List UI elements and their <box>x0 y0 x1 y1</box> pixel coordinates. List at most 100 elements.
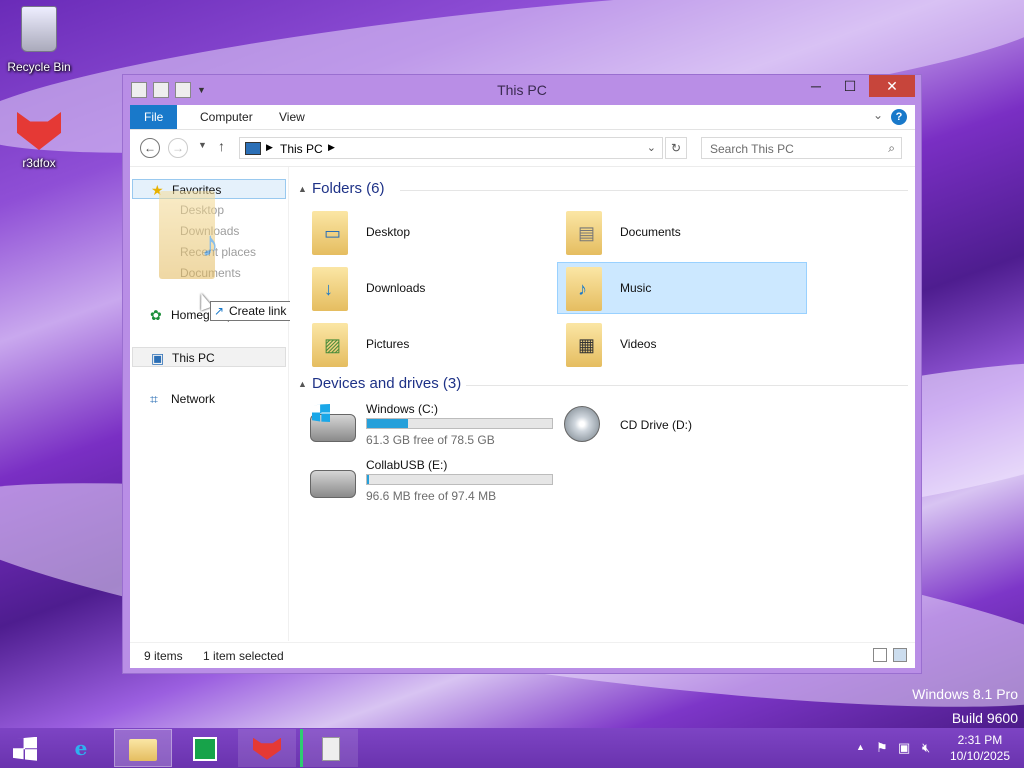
monitor-icon: ▭ <box>324 223 342 243</box>
network-icon[interactable]: ▣ <box>898 740 910 756</box>
tab-computer[interactable]: Computer <box>186 105 267 129</box>
divider <box>400 190 908 191</box>
search-input[interactable]: Search This PC ⌕ <box>701 137 902 159</box>
show-hidden-icons-icon[interactable]: ▲ <box>856 742 865 752</box>
folder-videos[interactable]: ▦ Videos <box>558 319 808 371</box>
nav-label: Network <box>171 392 216 406</box>
title-bar[interactable]: ▼ This PC ─ ☐ ✕ <box>123 75 921 105</box>
volume-muted-icon[interactable]: 🔇︎ <box>922 740 930 756</box>
taskbar-internet-explorer[interactable]: e <box>52 729 110 767</box>
group-header-devices[interactable]: Devices and drives (3) <box>312 375 461 392</box>
drive-label: CollabUSB (E:) <box>366 458 448 472</box>
desktop-icon-r3dfox[interactable]: r3dfox <box>0 112 78 170</box>
r3dfox-icon <box>253 737 281 760</box>
folder-label: Documents <box>620 225 681 239</box>
collapse-devices-icon[interactable]: ▲ <box>298 379 307 389</box>
drive-e[interactable]: CollabUSB (E:) 96.6 MB free of 97.4 MB <box>304 458 554 510</box>
drive-free-text: 61.3 GB free of 78.5 GB <box>366 433 495 447</box>
address-bar[interactable]: ▶ This PC ▶ ⌄ <box>239 137 663 159</box>
download-arrow-icon: ↓ <box>324 279 333 299</box>
folder-label: Music <box>620 281 652 295</box>
back-button[interactable]: ← <box>140 138 160 158</box>
clock[interactable]: 2:31 PM 10/10/2025 <box>950 732 1010 764</box>
folder-desktop[interactable]: ▭ Desktop <box>304 207 554 259</box>
address-dropdown-icon[interactable]: ⌄ <box>647 141 656 154</box>
breadcrumb[interactable]: This PC <box>280 142 323 156</box>
nav-label: This PC <box>172 351 215 365</box>
action-center-flag-icon[interactable]: ⚑ <box>876 740 888 756</box>
taskbar-file-explorer[interactable] <box>114 729 172 767</box>
item-count: 9 items <box>144 649 183 663</box>
drive-label: Windows (C:) <box>366 402 439 416</box>
drive-d[interactable]: CD Drive (D:) <box>558 402 808 454</box>
large-icons-view-icon[interactable] <box>893 648 907 662</box>
document-icon: ▤ <box>578 223 596 243</box>
breadcrumb-separator-icon[interactable]: ▶ <box>266 142 273 153</box>
refresh-button[interactable]: ↻ <box>665 137 687 159</box>
taskbar: e ▲ ⚑ ▣ 🔇︎ 2:31 PM 10/10/2025 <box>0 728 1024 768</box>
usb-drive-icon <box>310 470 356 498</box>
tab-view[interactable]: View <box>265 105 319 129</box>
selection-count: 1 item selected <box>203 649 284 663</box>
store-icon <box>193 736 217 761</box>
computer-icon: ▣ <box>151 350 165 366</box>
computer-icon <box>245 142 261 155</box>
homegroup-icon: ✿ <box>150 307 162 323</box>
search-placeholder: Search This PC <box>710 142 794 156</box>
drive-label: CD Drive (D:) <box>620 418 692 432</box>
details-view-icon[interactable] <box>873 648 887 662</box>
desktop-icon-recycle-bin[interactable]: Recycle Bin <box>0 6 78 74</box>
film-icon: ▦ <box>578 335 596 355</box>
music-note-icon: ♪ <box>578 279 587 299</box>
folder-label: Videos <box>620 337 657 351</box>
folder-documents[interactable]: ▤ Documents <box>558 207 808 259</box>
navigation-pane: ★ Favorites Desktop Downloads Recent pla… <box>130 167 358 641</box>
drive-c[interactable]: Windows (C:) 61.3 GB free of 78.5 GB <box>304 402 554 454</box>
nav-item-network[interactable]: ⌗ Network <box>132 389 286 409</box>
cd-drive-icon <box>564 406 600 442</box>
content-pane: ▲ Folders (6) ▭ Desktop ▤ Documents ↓ Do… <box>290 167 915 641</box>
taskbar-r3dfox[interactable] <box>238 729 296 767</box>
forward-button[interactable]: → <box>168 138 188 158</box>
folder-label: Desktop <box>366 225 411 239</box>
music-note-icon: ♪ <box>201 223 219 264</box>
system-tray: ▲ ⚑ ▣ 🔇︎ 2:31 PM 10/10/2025 <box>844 728 1024 768</box>
folder-pictures[interactable]: ▨ Pictures <box>304 319 554 371</box>
shortcut-arrow-icon: ↗ <box>214 304 225 318</box>
recent-locations-icon[interactable]: ▼ <box>198 140 207 150</box>
drive-usage-bar <box>366 418 553 429</box>
network-icon: ⌗ <box>150 391 158 407</box>
drag-ghost: ♪ <box>145 185 251 283</box>
clock-time: 2:31 PM <box>957 733 1003 747</box>
close-button[interactable]: ✕ <box>869 75 915 97</box>
recycle-bin-icon <box>21 6 57 52</box>
drive-usage-fill <box>367 419 408 428</box>
expand-ribbon-icon[interactable]: ⌄ <box>873 108 883 122</box>
taskbar-app[interactable] <box>300 729 358 767</box>
maximize-button[interactable]: ☐ <box>835 75 865 97</box>
ribbon: File Computer View ⌄ ? <box>130 105 915 130</box>
status-bar: 9 items 1 item selected <box>130 642 915 669</box>
os-watermark-line2: Build 9600 <box>951 710 1018 726</box>
explorer-window: ▼ This PC ─ ☐ ✕ File Computer View ⌄ ? ←… <box>122 74 922 674</box>
os-watermark-line1: Windows 8.1 Pro <box>912 686 1018 702</box>
collapse-folders-icon[interactable]: ▲ <box>298 184 307 194</box>
internet-explorer-icon: e <box>74 736 88 760</box>
tab-file[interactable]: File <box>130 105 178 129</box>
folder-downloads[interactable]: ↓ Downloads <box>304 263 554 315</box>
start-button[interactable] <box>0 729 50 767</box>
search-icon[interactable]: ⌕ <box>888 141 895 156</box>
folder-music[interactable]: ♪ Music <box>557 262 807 314</box>
picture-icon: ▨ <box>324 335 342 355</box>
address-toolbar: ← → ▼ ↑ ▶ This PC ▶ ⌄ ↻ Search This PC ⌕ <box>130 130 915 167</box>
taskbar-store[interactable] <box>176 729 234 767</box>
start-icon <box>13 736 37 761</box>
breadcrumb-separator-icon[interactable]: ▶ <box>328 142 335 153</box>
nav-item-this-pc[interactable]: ▣ This PC <box>132 347 286 367</box>
help-icon[interactable]: ? <box>891 109 907 125</box>
minimize-button[interactable]: ─ <box>801 75 831 97</box>
group-header-folders[interactable]: Folders (6) <box>312 180 385 197</box>
clock-date: 10/10/2025 <box>949 749 1010 763</box>
window-client: File Computer View ⌄ ? ← → ▼ ↑ ▶ This PC… <box>130 105 915 668</box>
up-button[interactable]: ↑ <box>218 138 225 154</box>
